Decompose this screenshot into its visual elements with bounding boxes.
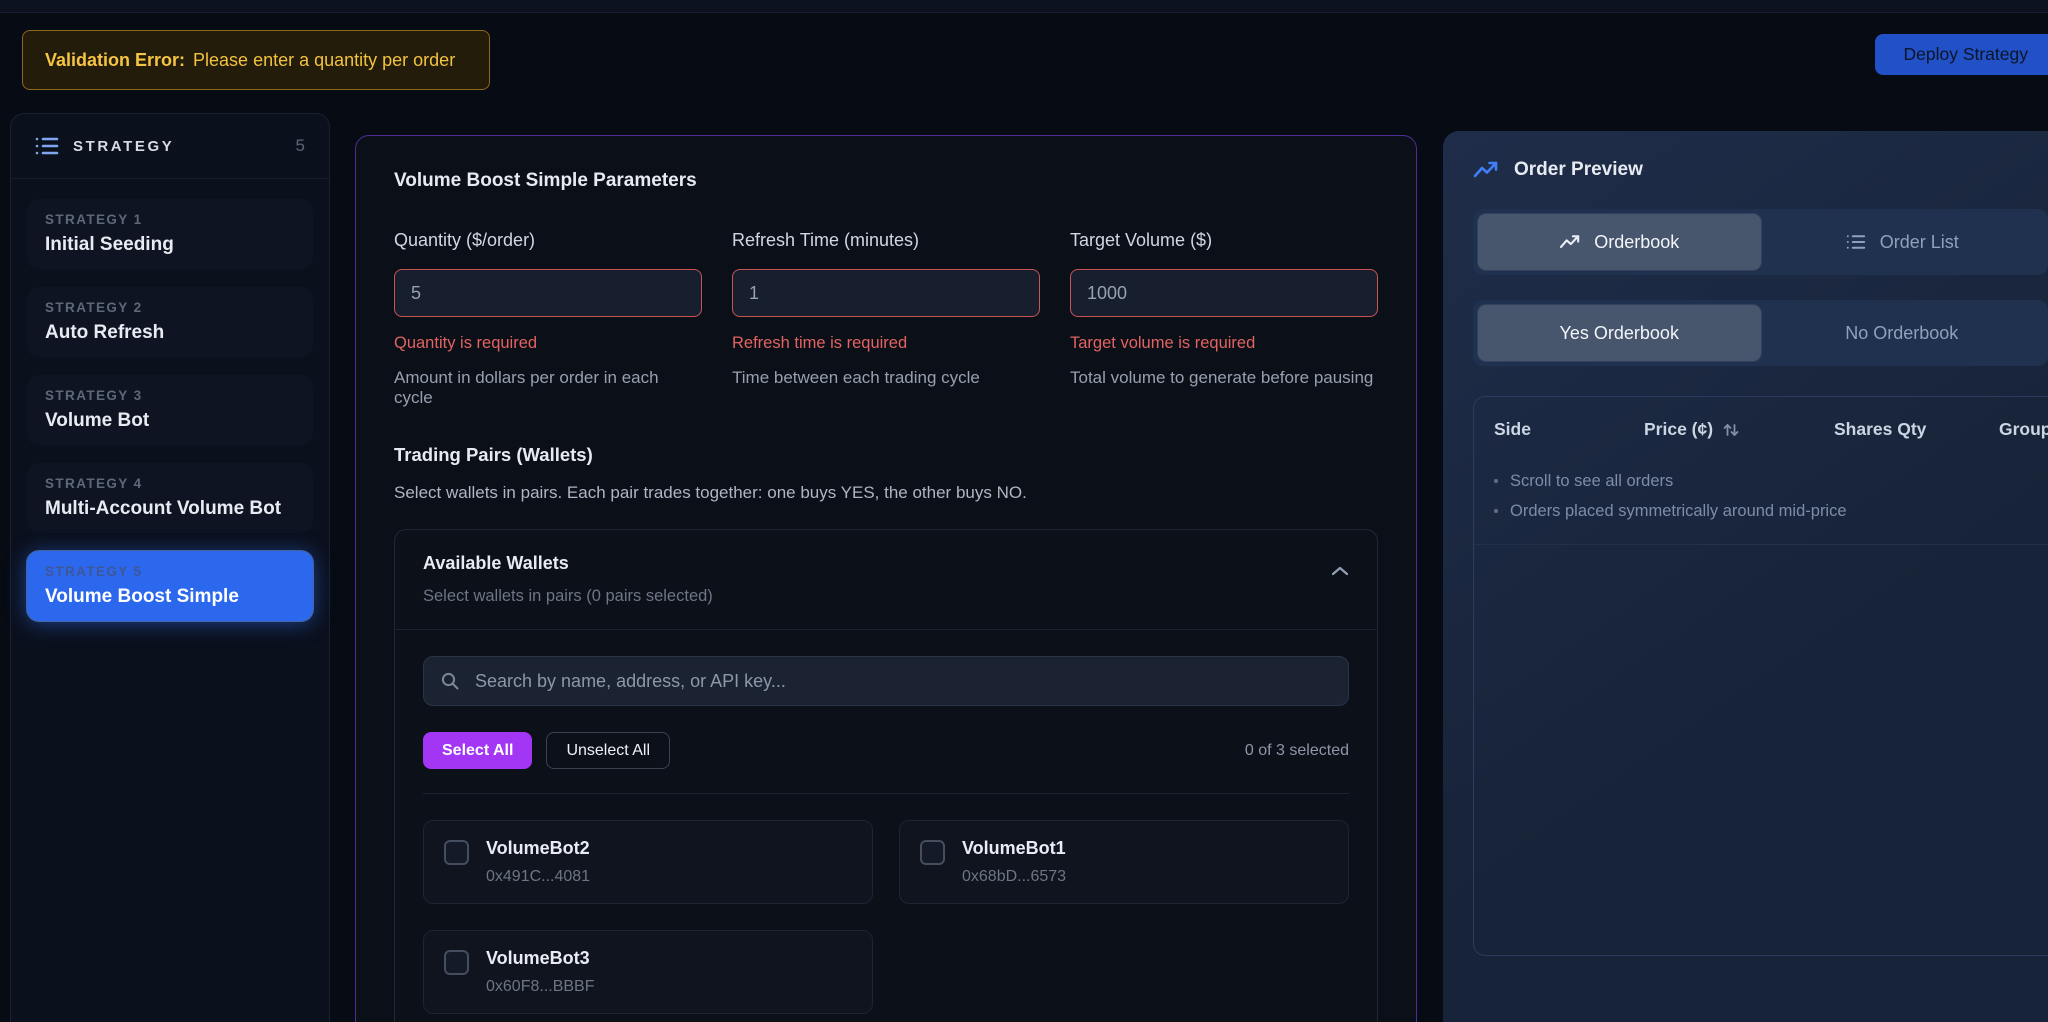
- bullet-dot: [1494, 509, 1498, 513]
- sidebar-header: STRATEGY 5: [11, 114, 329, 179]
- tab-label: Orderbook: [1594, 232, 1679, 253]
- wallet-item-volumebot1[interactable]: VolumeBot1 0x68bD...6573: [899, 820, 1349, 904]
- trending-up-icon: [1473, 159, 1499, 181]
- field-quantity: Quantity ($/order) Quantity is required …: [394, 230, 702, 408]
- refresh-time-help: Time between each trading cycle: [732, 368, 1040, 388]
- target-volume-help: Total volume to generate before pausing: [1070, 368, 1378, 388]
- wallet-name: VolumeBot2: [486, 838, 590, 859]
- panel-title: Volume Boost Simple Parameters: [394, 170, 1378, 192]
- target-volume-label: Target Volume ($): [1070, 230, 1378, 251]
- refresh-time-input[interactable]: [732, 269, 1040, 317]
- app-root: Validation Error: Please enter a quantit…: [0, 0, 2048, 1022]
- order-preview-panel: Order Preview Orderbook: [1443, 131, 2048, 1022]
- wallet-checkbox[interactable]: [444, 950, 469, 975]
- wallet-address: 0x68bD...6573: [962, 868, 1066, 886]
- strategy-count-badge: 5: [296, 136, 305, 156]
- quantity-error: Quantity is required: [394, 334, 702, 353]
- selection-status: 0 of 3 selected: [1245, 742, 1349, 760]
- wallet-search: [423, 656, 1349, 706]
- tab-no-orderbook[interactable]: No Orderbook: [1761, 305, 2044, 361]
- select-all-button[interactable]: Select All: [423, 732, 532, 769]
- orderbook-table-header: Side Price (¢) Shares Qty Group: [1474, 397, 2048, 460]
- orderbook-notes: Scroll to see all orders Orders placed s…: [1474, 460, 2048, 545]
- strategy-list: STRATEGY 1 Initial Seeding STRATEGY 2 Au…: [11, 179, 329, 641]
- top-strip: [0, 0, 2048, 13]
- order-preview-header: Order Preview: [1473, 159, 2048, 181]
- unselect-all-button[interactable]: Unselect All: [546, 732, 670, 769]
- orderbook-table: Side Price (¢) Shares Qty Group: [1473, 396, 2048, 956]
- column-shares-qty: Shares Qty: [1834, 419, 1999, 440]
- deploy-strategy-button[interactable]: Deploy Strategy: [1875, 34, 2048, 75]
- tab-label: Yes Orderbook: [1560, 323, 1679, 344]
- note-item: Orders placed symmetrically around mid-p…: [1494, 496, 2028, 526]
- target-volume-error: Target volume is required: [1070, 334, 1378, 353]
- wallet-address: 0x491C...4081: [486, 868, 590, 886]
- sidebar-item-volume-bot[interactable]: STRATEGY 3 Volume Bot: [27, 375, 313, 445]
- view-tabs: Orderbook Order List: [1473, 209, 2048, 275]
- wallet-checkbox[interactable]: [920, 840, 945, 865]
- column-group: Group: [1999, 419, 2048, 440]
- wallet-address: 0x60F8...BBBF: [486, 978, 595, 996]
- validation-error-message: Please enter a quantity per order: [193, 50, 455, 71]
- column-side: Side: [1494, 419, 1644, 440]
- trading-pairs-title: Trading Pairs (Wallets): [394, 444, 1378, 466]
- search-icon: [440, 671, 460, 691]
- refresh-time-label: Refresh Time (minutes): [732, 230, 1040, 251]
- order-preview-title: Order Preview: [1514, 159, 1643, 181]
- quantity-label: Quantity ($/order): [394, 230, 702, 251]
- sidebar-item-multi-account-volume-bot[interactable]: STRATEGY 4 Multi-Account Volume Bot: [27, 463, 313, 533]
- tab-order-list[interactable]: Order List: [1761, 214, 2044, 270]
- quantity-input[interactable]: [394, 269, 702, 317]
- strategy-sidebar: STRATEGY 5 STRATEGY 1 Initial Seeding ST…: [10, 113, 330, 1022]
- field-refresh-time: Refresh Time (minutes) Refresh time is r…: [732, 230, 1040, 408]
- orderbook-side-tabs: Yes Orderbook No Orderbook: [1473, 300, 2048, 366]
- available-wallets-subtitle: Select wallets in pairs (0 pairs selecte…: [423, 587, 1349, 606]
- validation-error-label: Validation Error:: [45, 50, 185, 71]
- validation-error-banner: Validation Error: Please enter a quantit…: [22, 30, 490, 90]
- wallet-item-volumebot2[interactable]: VolumeBot2 0x491C...4081: [423, 820, 873, 904]
- wallet-name: VolumeBot1: [962, 838, 1066, 859]
- sort-icon[interactable]: [1722, 421, 1740, 439]
- target-volume-input[interactable]: [1070, 269, 1378, 317]
- available-wallets-title: Available Wallets: [423, 553, 1349, 574]
- bullet-dot: [1494, 479, 1498, 483]
- strategy-list-icon: [35, 135, 59, 157]
- wallet-name: VolumeBot3: [486, 948, 595, 969]
- note-item: Scroll to see all orders: [1494, 466, 2028, 496]
- list-icon: [1845, 233, 1867, 251]
- sidebar-item-volume-boost-simple[interactable]: STRATEGY 5 Volume Boost Simple: [27, 551, 313, 621]
- trending-up-icon: [1559, 233, 1581, 251]
- column-price[interactable]: Price (¢): [1644, 419, 1834, 440]
- available-wallets-body: Select All Unselect All 0 of 3 selected …: [395, 629, 1377, 1022]
- sidebar-item-initial-seeding[interactable]: STRATEGY 1 Initial Seeding: [27, 199, 313, 269]
- wallet-checkbox[interactable]: [444, 840, 469, 865]
- parameters-panel: Volume Boost Simple Parameters Quantity …: [355, 135, 1417, 1022]
- wallet-item-volumebot3[interactable]: VolumeBot3 0x60F8...BBBF: [423, 930, 873, 1014]
- quantity-help: Amount in dollars per order in each cycl…: [394, 368, 702, 408]
- parameter-fields: Quantity ($/order) Quantity is required …: [394, 230, 1378, 408]
- available-wallets-header[interactable]: Available Wallets Select wallets in pair…: [395, 530, 1377, 629]
- divider: [423, 793, 1349, 794]
- available-wallets-card: Available Wallets Select wallets in pair…: [394, 529, 1378, 1022]
- trading-pairs-description: Select wallets in pairs. Each pair trade…: [394, 483, 1378, 503]
- tab-orderbook[interactable]: Orderbook: [1478, 214, 1761, 270]
- chevron-up-icon[interactable]: [1331, 566, 1349, 576]
- field-target-volume: Target Volume ($) Target volume is requi…: [1070, 230, 1378, 408]
- wallet-list: VolumeBot2 0x491C...4081 VolumeBot1 0x68…: [423, 820, 1349, 1014]
- tab-label: Order List: [1880, 232, 1959, 253]
- tab-label: No Orderbook: [1845, 323, 1958, 344]
- selection-controls: Select All Unselect All 0 of 3 selected: [423, 732, 1349, 769]
- sidebar-title: STRATEGY: [73, 138, 174, 155]
- wallet-search-input[interactable]: [473, 670, 1332, 693]
- refresh-time-error: Refresh time is required: [732, 334, 1040, 353]
- tab-yes-orderbook[interactable]: Yes Orderbook: [1478, 305, 1761, 361]
- sidebar-item-auto-refresh[interactable]: STRATEGY 2 Auto Refresh: [27, 287, 313, 357]
